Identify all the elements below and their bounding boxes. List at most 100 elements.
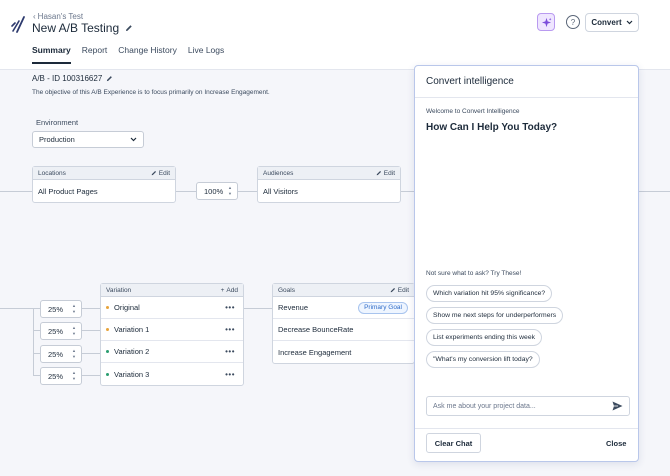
traffic-stepper[interactable]: ▲ ▼ — [228, 185, 234, 196]
goals-title: Goals — [278, 286, 295, 294]
stepper-down-icon[interactable]: ▼ — [72, 376, 78, 381]
variation-name: Variation 2 — [114, 347, 150, 356]
chevron-down-icon — [130, 137, 137, 142]
split-value: 25% — [48, 326, 64, 336]
send-icon[interactable] — [612, 401, 623, 411]
suggestion-chip[interactable]: Show me next steps for underperformers — [426, 307, 564, 324]
tab-change-history[interactable]: Change History — [118, 45, 177, 64]
variation-header: Variation + Add — [101, 284, 243, 297]
chevron-down-icon — [626, 20, 633, 25]
split-stepper[interactable]: ▲ ▼ — [72, 325, 78, 336]
flow-connector — [639, 191, 670, 192]
goal-name: Increase Engagement — [278, 347, 352, 357]
experience-id: A/B - ID 100316627 — [32, 74, 113, 83]
suggestion-chip[interactable]: Which variation hit 95% significance? — [426, 285, 553, 302]
status-dot — [106, 372, 109, 376]
variation-name: Variation 1 — [114, 325, 150, 334]
audiences-card: Audiences Edit All Visitors — [257, 166, 401, 203]
environment-label: Environment — [36, 118, 79, 127]
variation-split-input[interactable]: 25% ▲ ▼ — [40, 300, 82, 318]
ai-welcome-text: Welcome to Convert Intelligence — [426, 108, 520, 115]
locations-value[interactable]: All Product Pages — [33, 180, 175, 202]
split-value: 25% — [48, 371, 64, 381]
variation-split-input[interactable]: 25% ▲ ▼ — [40, 345, 82, 363]
convert-logo-icon[interactable] — [10, 14, 26, 34]
split-stepper[interactable]: ▲ ▼ — [72, 370, 78, 381]
stepper-up-icon[interactable]: ▲ — [72, 303, 78, 308]
variation-row[interactable]: Variation 2 ••• — [101, 341, 243, 363]
stepper-down-icon[interactable]: ▼ — [72, 309, 78, 314]
pencil-icon — [151, 170, 156, 176]
more-icon[interactable]: ••• — [225, 347, 235, 356]
split-value: 25% — [48, 349, 64, 359]
variation-split-input[interactable]: 25% ▲ ▼ — [40, 367, 82, 385]
status-dot — [106, 306, 109, 309]
add-variation-button[interactable]: + Add — [221, 287, 238, 294]
variation-row[interactable]: Original ••• — [101, 297, 243, 319]
sparkle-icon — [541, 17, 551, 27]
traffic-allocation-input[interactable]: 100% ▲ ▼ — [196, 182, 238, 200]
close-panel-button[interactable]: Close — [606, 439, 626, 448]
stepper-up-icon[interactable]: ▲ — [72, 370, 78, 375]
flow-connector — [33, 375, 40, 376]
pencil-icon[interactable] — [125, 24, 133, 32]
environment-select[interactable]: Production — [32, 131, 144, 148]
add-variation-label: Add — [226, 286, 238, 294]
flow-connector — [175, 191, 196, 192]
stepper-down-icon[interactable]: ▼ — [72, 331, 78, 336]
status-dot — [106, 328, 109, 331]
tab-live-logs[interactable]: Live Logs — [188, 45, 224, 64]
split-value: 25% — [48, 304, 64, 314]
breadcrumb[interactable]: ‹ Hasan's Test — [33, 12, 83, 21]
goals-edit-button[interactable]: Edit — [390, 287, 409, 294]
goal-row[interactable]: Increase Engagement — [273, 341, 414, 363]
top-header: ‹ Hasan's Test New A/B Testing Summary R… — [0, 0, 670, 70]
more-icon[interactable]: ••• — [225, 325, 235, 334]
environment-value: Production — [39, 135, 75, 144]
stepper-down-icon[interactable]: ▼ — [228, 191, 234, 196]
goal-row[interactable]: Revenue Primary Goal — [273, 297, 414, 319]
audiences-title: Audiences — [263, 169, 294, 177]
tab-report[interactable]: Report — [82, 45, 108, 64]
more-icon[interactable]: ••• — [225, 303, 235, 312]
audiences-edit-label: Edit — [383, 169, 395, 177]
pencil-icon[interactable] — [106, 75, 113, 82]
suggestions-label: Not sure what to ask? Try These! — [426, 270, 522, 277]
flow-connector — [400, 191, 414, 192]
goal-row[interactable]: Decrease BounceRate — [273, 319, 414, 341]
breadcrumb-label: Hasan's Test — [37, 12, 84, 21]
audiences-value[interactable]: All Visitors — [258, 180, 400, 202]
audiences-header: Audiences Edit — [258, 167, 400, 180]
split-stepper[interactable]: ▲ ▼ — [72, 303, 78, 314]
ai-assistant-button[interactable] — [537, 13, 555, 31]
suggestion-chip[interactable]: "What's my conversion lift today? — [426, 351, 540, 368]
variation-row[interactable]: Variation 1 ••• — [101, 319, 243, 341]
help-icon[interactable]: ? — [566, 15, 580, 29]
tab-summary[interactable]: Summary — [32, 45, 71, 64]
stepper-up-icon[interactable]: ▲ — [72, 325, 78, 330]
flow-connector — [0, 191, 32, 192]
tab-bar: Summary Report Change History Live Logs — [32, 45, 224, 64]
clear-chat-button[interactable]: Clear Chat — [426, 433, 481, 453]
stepper-up-icon[interactable]: ▲ — [228, 185, 234, 190]
flow-connector — [33, 353, 40, 354]
chat-input[interactable]: Ask me about your project data... — [426, 396, 630, 416]
stepper-down-icon[interactable]: ▼ — [72, 354, 78, 359]
variation-row[interactable]: Variation 3 ••• — [101, 363, 243, 385]
more-icon[interactable]: ••• — [225, 370, 235, 379]
variation-split-input[interactable]: 25% ▲ ▼ — [40, 322, 82, 340]
goals-edit-label: Edit — [397, 286, 409, 294]
stepper-up-icon[interactable]: ▲ — [72, 348, 78, 353]
split-stepper[interactable]: ▲ ▼ — [72, 348, 78, 359]
ai-panel-title: Convert intelligence — [415, 66, 638, 98]
audiences-edit-button[interactable]: Edit — [376, 170, 395, 177]
locations-edit-button[interactable]: Edit — [151, 170, 170, 177]
suggestion-chip[interactable]: List experiments ending this week — [426, 329, 543, 346]
goal-name: Revenue — [278, 303, 309, 312]
status-dot — [106, 350, 109, 353]
goals-card: Goals Edit Revenue Primary Goal Decrease… — [272, 283, 415, 364]
account-dropdown[interactable]: Convert — [585, 13, 639, 32]
experience-id-label: A/B - ID 100316627 — [32, 74, 103, 83]
plus-icon: + — [220, 286, 225, 294]
page-title-text: New A/B Testing — [32, 21, 120, 35]
